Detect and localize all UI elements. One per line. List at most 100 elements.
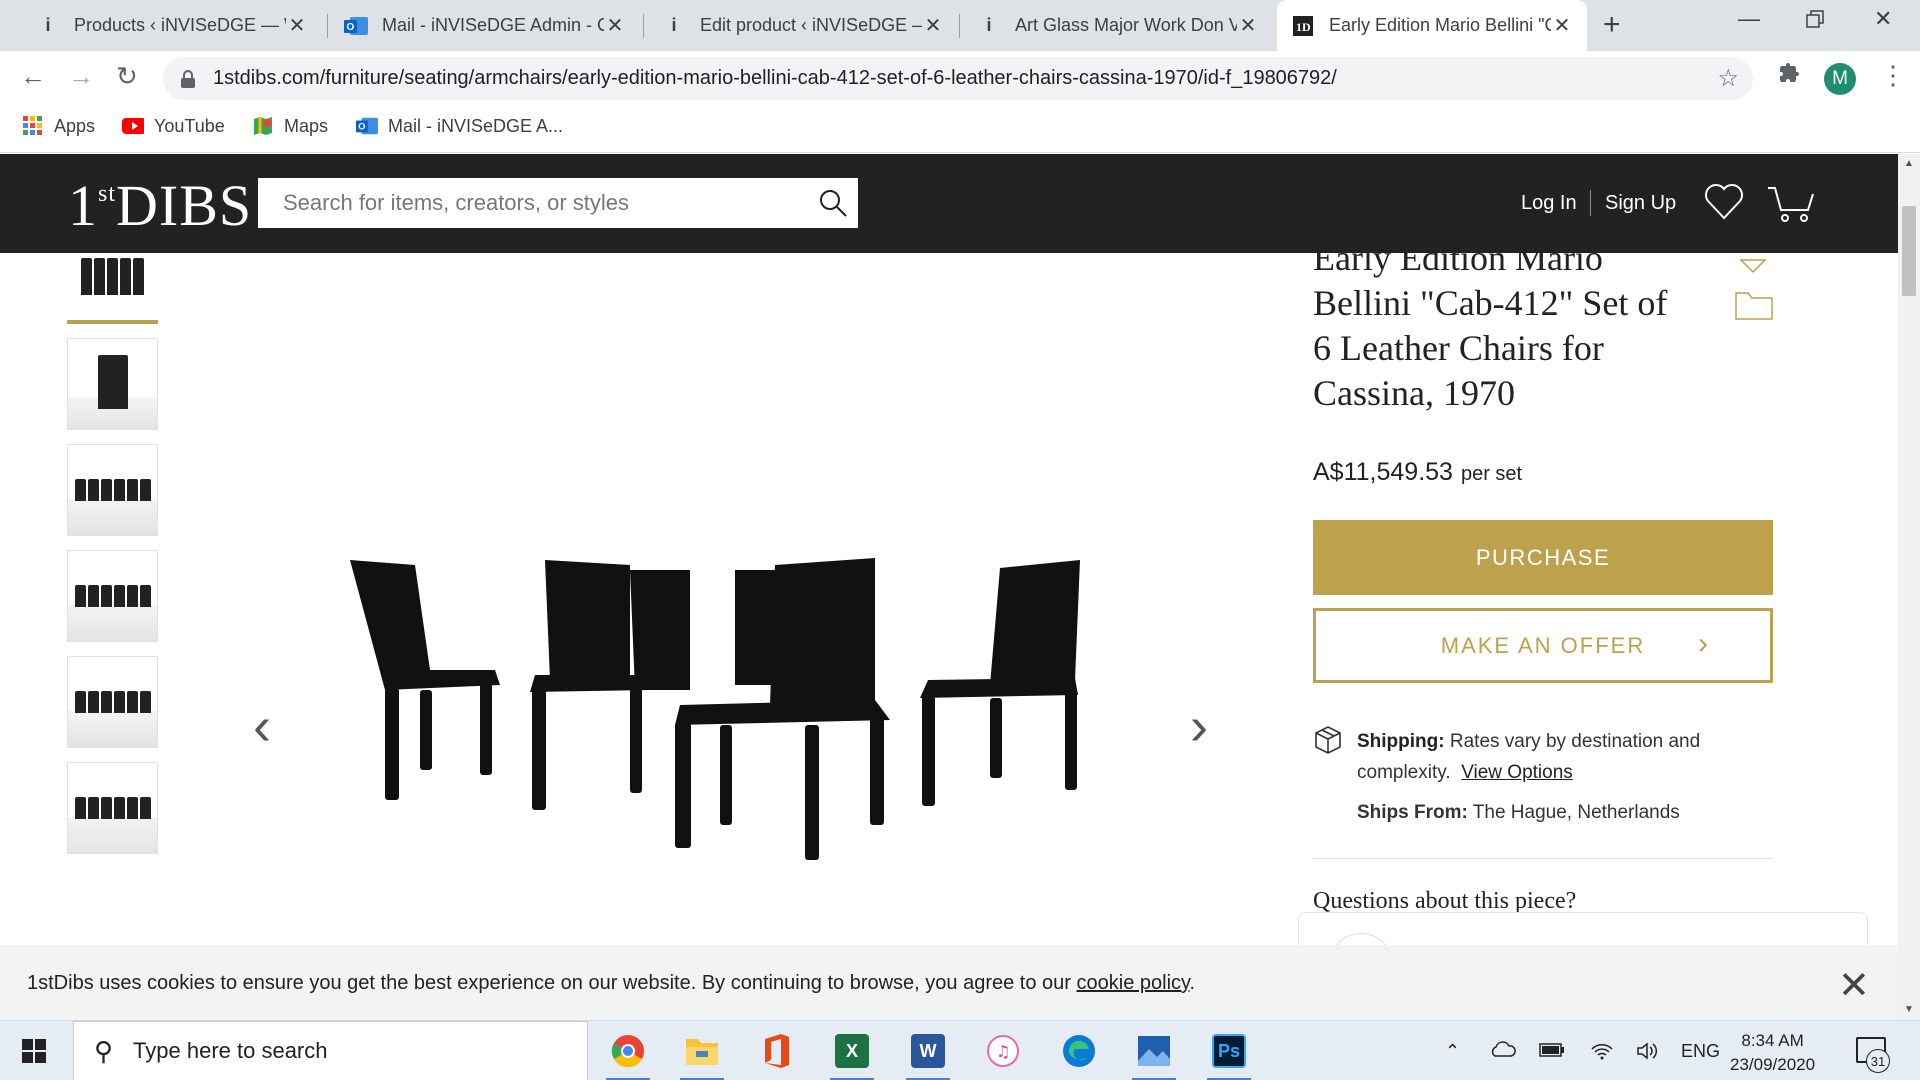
bookmark-maps[interactable]: Maps [252,115,328,137]
cookie-text: 1stDibs uses cookies to ensure you get t… [27,972,1071,994]
ships-from: Ships From: The Hague, Netherlands [1357,802,1680,824]
tab-mail[interactable]: O Mail - iNVISeDGE Admin - C ✕ [330,0,640,51]
system-clock[interactable]: 8:34 AM 23/09/2020 [1730,1029,1815,1077]
bookmark-label: Mail - iNVISeDGE A... [388,115,564,136]
header-separator [1590,190,1591,216]
close-icon[interactable]: ✕ [1838,963,1870,1008]
forward-icon[interactable]: → [68,61,94,92]
favorites-heart-icon[interactable] [1704,182,1744,220]
windows-taskbar: ⚲ Type here to search X W ♫ Ps ⌃ ENG 8:3… [0,1020,1920,1080]
thumbnail-3[interactable] [67,444,158,536]
make-offer-label: MAKE AN OFFER [1440,632,1646,658]
signup-link[interactable]: Sign Up [1605,192,1676,215]
1stdibs-logo[interactable]: 1stDIBS [68,172,252,239]
tab-art-glass[interactable]: i Art Glass Major Work Don V ✕ [963,0,1273,51]
cookie-policy-link[interactable]: cookie policy [1077,972,1190,994]
more-menu-icon[interactable]: ⋮ [1880,60,1906,91]
close-icon[interactable]: ✕ [922,13,944,38]
show-hidden-icons[interactable]: ⌃ [1445,1041,1460,1062]
browser-tab-bar: i Products ‹ iNVISeDGE — W ✕ O Mail - iN… [0,0,1920,51]
search-input[interactable] [283,190,803,216]
battery-icon[interactable] [1539,1041,1565,1062]
tab-title: Early Edition Mario Bellini "C [1329,15,1551,35]
photoshop-icon[interactable]: Ps [1207,1029,1251,1080]
thumbnail-2[interactable] [67,338,158,430]
maps-icon [252,115,274,137]
page-scrollbar[interactable]: ▲ ▼ [1898,154,1920,1020]
url-text[interactable]: 1stdibs.com/furniture/seating/armchairs/… [213,67,1337,90]
scroll-down-icon[interactable]: ▼ [1904,1004,1914,1015]
onedrive-icon[interactable] [1490,1041,1516,1062]
word-icon[interactable]: W [906,1029,950,1080]
address-bar[interactable]: 1stdibs.com/furniture/seating/armchairs/… [163,57,1753,100]
bookmark-apps[interactable]: Apps [22,115,95,137]
scroll-thumb[interactable] [1902,206,1916,296]
scroll-up-icon[interactable]: ▲ [1904,158,1914,169]
thumbnail-6[interactable] [67,762,158,854]
chrome-icon[interactable] [606,1029,650,1080]
profile-avatar[interactable]: M [1824,63,1856,95]
windows-start-icon[interactable] [22,1039,46,1063]
tab-early-edition[interactable]: 1D Early Edition Mario Bellini "C ✕ [1277,0,1587,51]
svg-text:O: O [358,122,365,132]
volume-icon[interactable] [1636,1041,1660,1066]
language-indicator[interactable]: ENG [1681,1041,1720,1062]
questions-heading: Questions about this piece? [1313,888,1577,914]
minimize-icon[interactable]: — [1738,6,1760,32]
info-icon: i [671,15,677,35]
itunes-icon[interactable]: ♫ [981,1029,1025,1073]
tab-separator [327,14,328,38]
outlook-icon: O [344,14,368,38]
tab-products[interactable]: i Products ‹ iNVISeDGE — W ✕ [22,0,322,51]
window-close-icon[interactable]: ✕ [1874,6,1892,32]
close-icon[interactable]: ✕ [1551,13,1573,38]
product-title: Early Edition Mario Bellini "Cab-412" Se… [1313,238,1668,413]
thumbnail-4[interactable] [67,550,158,642]
cookie-banner: 1stDibs uses cookies to ensure you get t… [0,945,1898,1020]
price-row: A$11,549.53 per set [1313,458,1522,487]
file-explorer-icon[interactable] [680,1029,724,1080]
view-options-link[interactable]: View Options [1461,762,1573,783]
previous-image-arrow[interactable]: ‹ [253,695,271,757]
thumbnail-5[interactable] [67,656,158,748]
tab-edit-product[interactable]: i Edit product ‹ iNVISeDGE — ✕ [648,0,958,51]
search-icon[interactable] [818,188,848,218]
folder-icon[interactable] [1734,289,1774,321]
bookmark-star-icon[interactable]: ☆ [1717,64,1739,93]
office-icon[interactable] [755,1029,799,1073]
wifi-icon[interactable] [1590,1041,1614,1066]
close-icon[interactable]: ✕ [1237,13,1259,38]
site-search[interactable] [258,178,858,228]
close-icon[interactable]: ✕ [604,13,626,38]
purchase-button[interactable]: PURCHASE [1313,520,1773,595]
next-image-arrow[interactable]: › [1190,695,1208,757]
back-icon[interactable]: ← [20,61,46,92]
photos-icon[interactable] [1132,1029,1176,1080]
reload-icon[interactable]: ↻ [116,61,138,92]
edge-icon[interactable] [1057,1029,1101,1073]
shipping-info: Shipping: Rates vary by destination and … [1357,726,1757,788]
product-main-image[interactable] [330,540,1150,910]
restore-icon[interactable] [1806,8,1824,34]
thumbnail-1[interactable] [67,253,158,324]
ships-from-location: The Hague, Netherlands [1472,802,1680,823]
login-link[interactable]: Log In [1521,192,1577,215]
lock-icon[interactable] [181,69,195,88]
clock-time: 8:34 AM [1741,1031,1804,1050]
close-icon[interactable]: ✕ [286,13,308,38]
chevron-right-icon: › [1698,627,1710,660]
extensions-icon[interactable] [1777,61,1801,92]
make-offer-button[interactable]: MAKE AN OFFER › [1313,608,1773,683]
bookmark-mail[interactable]: O Mail - iNVISeDGE A... [356,115,563,137]
price-unit: per set [1460,463,1523,485]
tab-separator [643,14,644,38]
cart-icon[interactable] [1766,184,1816,224]
tab-title: Products ‹ iNVISeDGE — W [74,15,286,35]
taskbar-search[interactable]: ⚲ Type here to search [73,1021,588,1080]
svg-text:♫: ♫ [996,1042,1010,1061]
new-tab-button[interactable]: + [1603,8,1621,42]
excel-icon[interactable]: X [830,1029,874,1080]
product-price: A$11,549.53 [1313,458,1453,486]
favorite-heart-icon[interactable] [1738,250,1768,274]
bookmark-youtube[interactable]: YouTube [122,115,225,137]
